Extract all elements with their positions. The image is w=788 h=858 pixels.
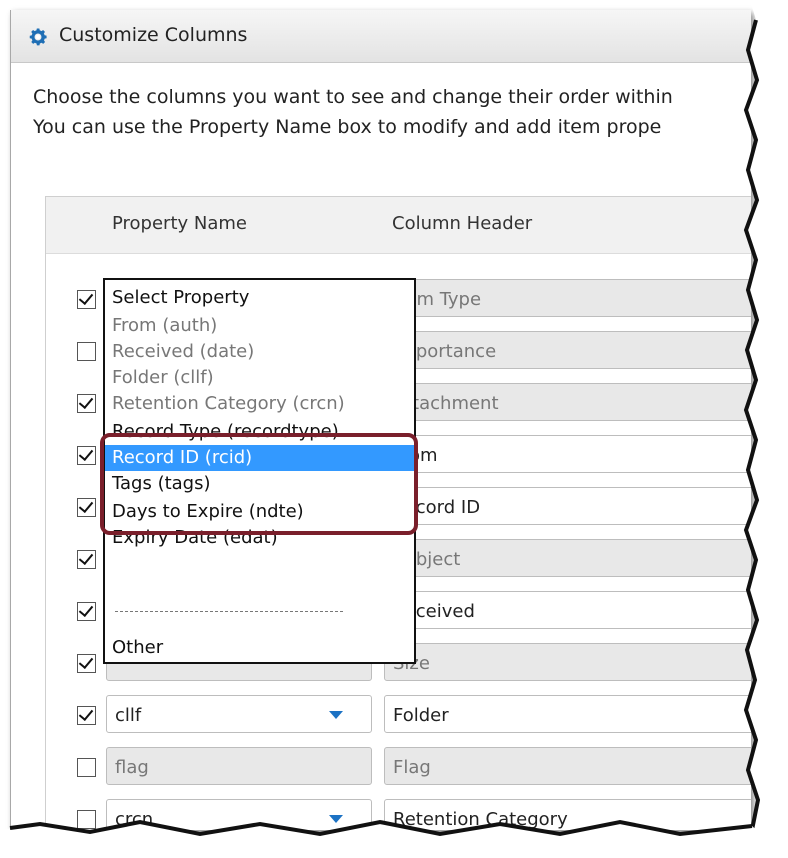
column-header-input[interactable]: Item Type	[384, 279, 751, 317]
column-visible-checkbox[interactable]	[77, 654, 96, 673]
header-property-name: Property Name	[112, 213, 247, 234]
dropdown-separator	[115, 611, 343, 612]
column-header-value: Flag	[393, 757, 431, 778]
column-header-input[interactable]: Size	[384, 643, 751, 681]
column-header-value: Folder	[393, 705, 449, 726]
dropdown-option[interactable]: Received (date)	[105, 339, 414, 365]
dropdown-option[interactable]: Select Property	[105, 285, 414, 311]
gear-icon	[29, 28, 47, 46]
column-visible-checkbox[interactable]	[77, 394, 96, 413]
columns-table-header: Property Name Column Header	[46, 197, 751, 254]
dropdown-option[interactable]: Other	[105, 635, 414, 661]
column-header-value: Retention Category	[393, 809, 568, 830]
description-line-2: You can use the Property Name box to mod…	[33, 116, 662, 138]
column-visible-checkbox[interactable]	[77, 758, 96, 777]
column-visible-checkbox[interactable]	[77, 446, 96, 465]
property-name-select[interactable]: flag	[106, 747, 372, 785]
dialog-title: Customize Columns	[59, 24, 248, 46]
column-visible-checkbox[interactable]	[77, 550, 96, 569]
dropdown-option[interactable]: Folder (cllf)	[105, 365, 414, 391]
column-visible-checkbox[interactable]	[77, 342, 96, 361]
property-name-value: cllf	[115, 705, 142, 726]
column-header-input[interactable]: Record ID	[384, 487, 751, 525]
property-name-select[interactable]: cllf	[106, 695, 372, 733]
column-header-input[interactable]: Importance	[384, 331, 751, 369]
column-header-input[interactable]: Folder	[384, 695, 751, 733]
description-line-1: Choose the columns you want to see and c…	[33, 86, 673, 108]
column-row: crcn Retention Category	[46, 797, 751, 830]
dialog-titlebar: Customize Columns	[11, 10, 751, 63]
column-row: cllf Folder	[46, 693, 751, 737]
dropdown-option[interactable]: Retention Category (crcn)	[105, 391, 414, 417]
column-row: flag Flag	[46, 745, 751, 789]
column-header-input[interactable]: Retention Category	[384, 799, 751, 830]
property-name-value: flag	[115, 757, 149, 778]
column-header-input[interactable]: Attachment	[384, 383, 751, 421]
column-visible-checkbox[interactable]	[77, 602, 96, 621]
column-visible-checkbox[interactable]	[77, 706, 96, 725]
header-column-header: Column Header	[392, 213, 533, 234]
column-header-input[interactable]: Flag	[384, 747, 751, 785]
column-header-input[interactable]: Received	[384, 591, 751, 629]
property-name-select[interactable]: crcn	[106, 799, 372, 830]
column-header-input[interactable]: Subject	[384, 539, 751, 577]
property-name-value: crcn	[115, 809, 154, 830]
annotation-highlight-box	[100, 433, 418, 535]
column-header-input[interactable]: From	[384, 435, 751, 473]
chevron-down-icon[interactable]	[329, 815, 343, 823]
column-visible-checkbox[interactable]	[77, 498, 96, 517]
column-visible-checkbox[interactable]	[77, 810, 96, 829]
column-visible-checkbox[interactable]	[77, 290, 96, 309]
dialog-description: Choose the columns you want to see and c…	[33, 82, 673, 142]
dropdown-option[interactable]: From (auth)	[105, 313, 414, 339]
chevron-down-icon[interactable]	[329, 711, 343, 719]
